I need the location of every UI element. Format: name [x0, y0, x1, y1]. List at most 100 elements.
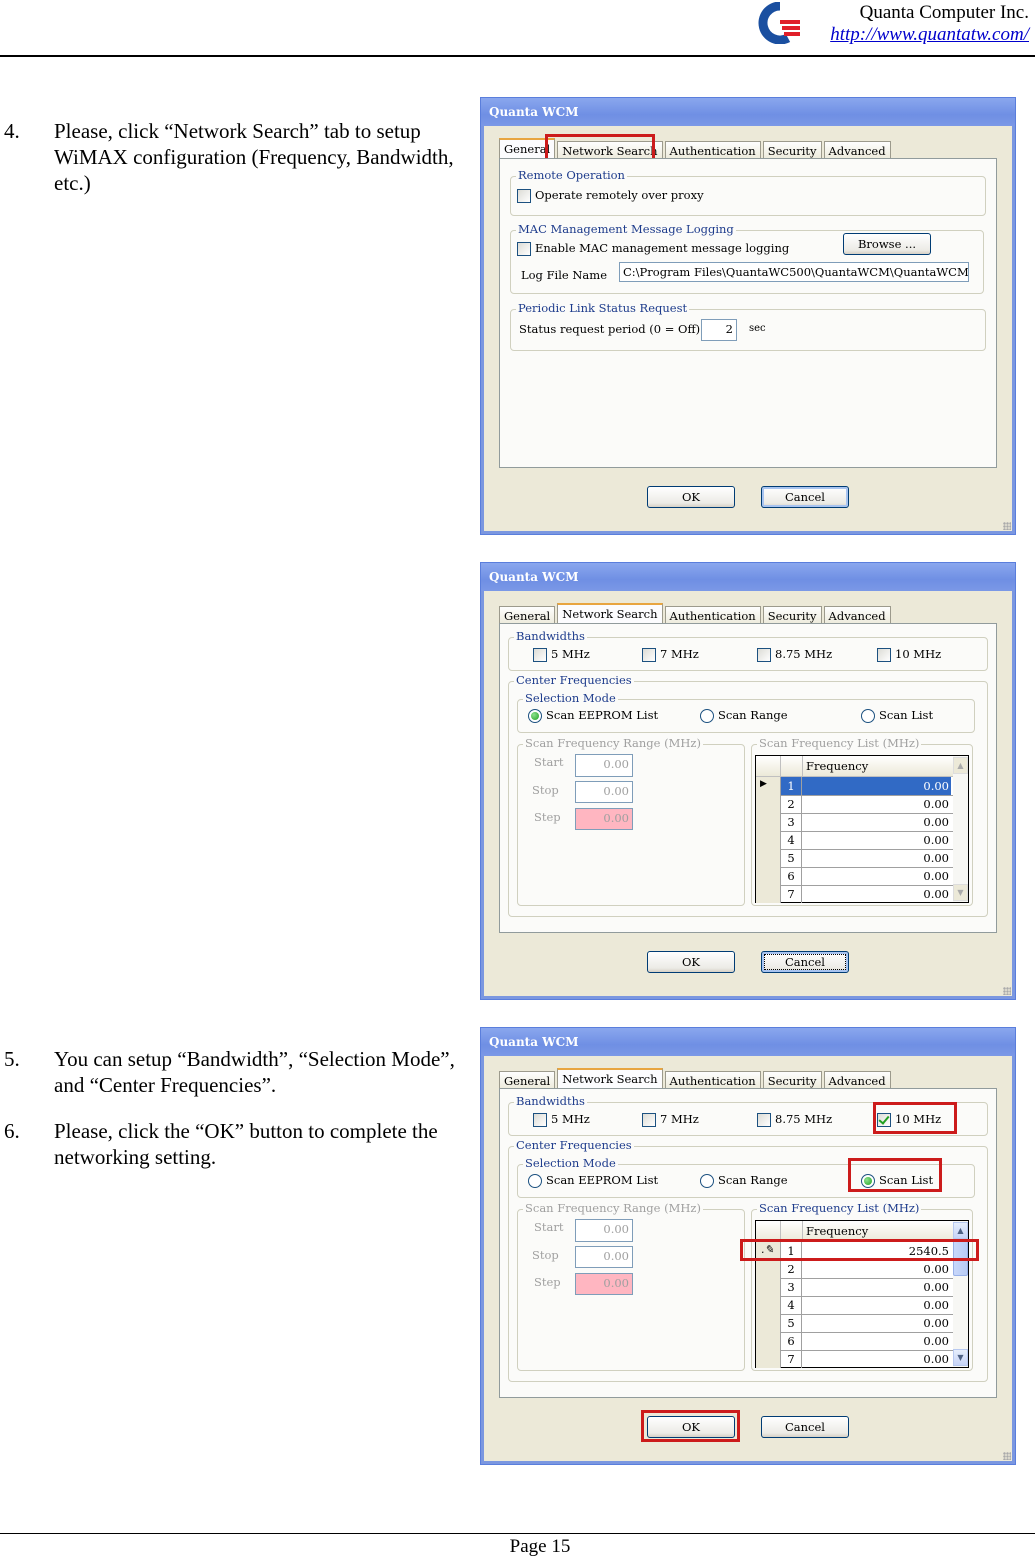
row-index: 3: [781, 1278, 802, 1296]
grid-row[interactable]: 6 0.00: [756, 1332, 953, 1351]
scan-eeprom-list-radio[interactable]: Scan EEPROM List: [528, 1173, 658, 1188]
radio-icon: [528, 709, 542, 723]
tab-panel-general: Remote Operation Operate remotely over p…: [499, 158, 997, 468]
highlight-ok-button: [641, 1410, 740, 1442]
checkbox-label: 5 MHz: [551, 647, 590, 661]
bandwidth-7mhz-checkbox[interactable]: 7 MHz: [642, 647, 699, 662]
group-label: Periodic Link Status Request: [516, 301, 690, 315]
scroll-down-icon[interactable]: ▼: [953, 884, 968, 901]
bandwidth-5mhz-checkbox[interactable]: 5 MHz: [533, 647, 590, 662]
resize-grip[interactable]: [1003, 522, 1011, 530]
frequency-cell[interactable]: 0.00: [802, 1260, 951, 1278]
scan-frequency-list-group: Scan Frequency List (MHz) Frequency .✎ 1 2…: [751, 1201, 973, 1371]
grid-row[interactable]: 5 0.00: [756, 849, 953, 868]
bandwidth-7mhz-checkbox[interactable]: 7 MHz: [642, 1112, 699, 1127]
frequency-cell[interactable]: 0.00: [802, 1296, 951, 1314]
center-frequencies-group: Center Frequencies Selection Mode Scan E…: [508, 673, 988, 917]
scroll-up-icon[interactable]: ▲: [953, 757, 968, 774]
frequency-cell[interactable]: 0.00: [802, 777, 951, 795]
bandwidth-875mhz-checkbox[interactable]: 8.75 MHz: [757, 1112, 832, 1127]
resize-grip[interactable]: [1003, 1452, 1011, 1460]
step-input[interactable]: 0.00: [575, 808, 633, 830]
stop-input[interactable]: 0.00: [575, 781, 633, 803]
radio-label: Scan List: [879, 708, 934, 722]
group-label: Bandwidths: [514, 1094, 587, 1108]
selection-mode-group: Selection Mode Scan EEPROM List Scan Ran…: [517, 691, 975, 733]
operate-remotely-checkbox[interactable]: Operate remotely over proxy: [517, 188, 704, 203]
frequency-grid[interactable]: Frequency ▶ 1 0.00 2 0.00 3 0.00 4 0.00 5 0.00…: [755, 755, 969, 903]
frequency-cell[interactable]: 0.00: [802, 867, 951, 885]
radio-label: Scan Range: [718, 708, 788, 722]
scan-range-radio[interactable]: Scan Range: [700, 1173, 788, 1188]
cancel-button[interactable]: Cancel: [761, 951, 849, 973]
grid-row[interactable]: 3 0.00: [756, 813, 953, 832]
step-input[interactable]: 0.00: [575, 1273, 633, 1295]
grid-row[interactable]: 4 0.00: [756, 1296, 953, 1315]
row-index: 7: [781, 885, 802, 903]
frequency-column-header[interactable]: Frequency: [806, 759, 868, 773]
ok-button[interactable]: OK: [647, 486, 735, 508]
log-file-name-input[interactable]: C:\Program Files\QuantaWC500\QuantaWCM\Q…: [619, 262, 969, 282]
start-input[interactable]: 0.00: [575, 754, 633, 777]
cancel-button[interactable]: Cancel: [761, 486, 849, 508]
scroll-up-icon[interactable]: ▲: [953, 1222, 968, 1239]
grid-scrollbar[interactable]: ▲ ▼: [953, 756, 968, 902]
grid-row[interactable]: 6 0.00: [756, 867, 953, 886]
row-index: 2: [781, 795, 802, 813]
frequency-cell[interactable]: 0.00: [802, 795, 951, 813]
radio-icon: [700, 709, 714, 723]
company-name: Quanta Computer Inc.: [859, 2, 1029, 23]
frequency-column-header[interactable]: Frequency: [806, 1224, 868, 1238]
frequency-cell[interactable]: 0.00: [802, 1332, 951, 1350]
group-label: Selection Mode: [523, 691, 618, 705]
step-number: 6.: [4, 1119, 20, 1143]
scan-list-radio[interactable]: Scan List: [861, 708, 933, 723]
checkbox-label: 5 MHz: [551, 1112, 590, 1126]
frequency-cell[interactable]: 0.00: [802, 1314, 951, 1332]
step-text: Please, click “Network Search” tab to se…: [54, 119, 454, 195]
status-request-period-input[interactable]: 2: [701, 319, 737, 341]
frequency-cell[interactable]: 0.00: [802, 1278, 951, 1296]
scan-range-radio[interactable]: Scan Range: [700, 708, 788, 723]
bandwidth-5mhz-checkbox[interactable]: 5 MHz: [533, 1112, 590, 1127]
radio-label: Scan Range: [718, 1173, 788, 1187]
grid-row[interactable]: 5 0.00: [756, 1314, 953, 1333]
grid-row[interactable]: ▶ 1 0.00: [756, 777, 953, 796]
start-input[interactable]: 0.00: [575, 1219, 633, 1242]
frequency-cell[interactable]: 0.00: [802, 849, 951, 867]
grid-row[interactable]: 2 0.00: [756, 795, 953, 814]
frequency-cell[interactable]: 0.00: [802, 1350, 951, 1368]
scan-eeprom-list-radio[interactable]: Scan EEPROM List: [528, 708, 658, 723]
group-label: Center Frequencies: [514, 1138, 634, 1152]
group-label: Scan Frequency Range (MHz): [523, 736, 703, 750]
bandwidth-10mhz-checkbox[interactable]: 10 MHz: [877, 647, 941, 662]
checkbox-icon: [517, 189, 531, 203]
grid-row[interactable]: 3 0.00: [756, 1278, 953, 1297]
radio-icon: [861, 709, 875, 723]
resize-grip[interactable]: [1003, 987, 1011, 995]
frequency-cell[interactable]: 0.00: [802, 813, 951, 831]
grid-row[interactable]: 4 0.00: [756, 831, 953, 850]
stop-input[interactable]: 0.00: [575, 1246, 633, 1268]
frequency-cell[interactable]: 0.00: [802, 831, 951, 849]
scroll-down-icon[interactable]: ▼: [953, 1349, 968, 1366]
browse-button[interactable]: Browse ...: [843, 233, 931, 255]
grid-row[interactable]: 7 0.00: [756, 885, 953, 903]
mac-logging-group: MAC Management Message Logging Enable MA…: [510, 222, 984, 294]
enable-mac-logging-checkbox[interactable]: Enable MAC management message logging: [517, 241, 789, 256]
company-url-link[interactable]: http://www.quantatw.com/: [830, 24, 1029, 46]
start-label: Start: [534, 755, 564, 769]
group-label: Scan Frequency Range (MHz): [523, 1201, 703, 1215]
instruction-step-4: 4. Please, click “Network Search” tab to…: [4, 118, 464, 196]
checkbox-icon: [517, 242, 531, 256]
row-index: 3: [781, 813, 802, 831]
ok-button[interactable]: OK: [647, 951, 735, 973]
grid-row[interactable]: 7 0.00: [756, 1350, 953, 1368]
grid-row[interactable]: 2 0.00: [756, 1260, 953, 1279]
cancel-button[interactable]: Cancel: [761, 1416, 849, 1438]
scan-frequency-list-group: Scan Frequency List (MHz) Frequency ▶ 1 0.…: [751, 736, 973, 906]
frequency-cell[interactable]: 0.00: [802, 885, 951, 903]
bandwidth-875mhz-checkbox[interactable]: 8.75 MHz: [757, 647, 832, 662]
step-label: Step: [534, 1275, 561, 1289]
step-text: Please, click the “OK” button to complet…: [54, 1119, 438, 1169]
